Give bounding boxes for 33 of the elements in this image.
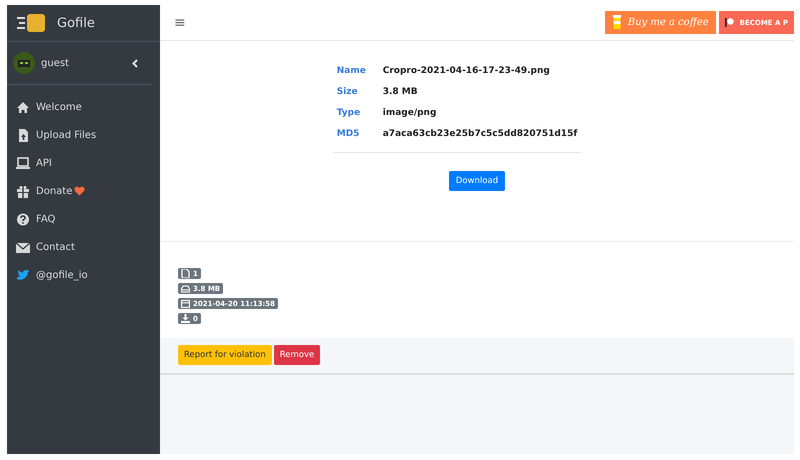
info-value: 3.8 MB: [382, 86, 418, 96]
patreon-icon: [724, 18, 734, 27]
gift-icon: [16, 184, 30, 198]
question-icon: [16, 212, 30, 226]
file-upload-icon: [16, 128, 30, 142]
sidebar-item[interactable]: @gofile_io: [7, 261, 160, 289]
home-icon: [16, 100, 30, 114]
sidebar-item[interactable]: FAQ: [7, 205, 160, 233]
info-value: Cropro-2021-04-16-17-23-49.png: [382, 66, 550, 76]
download-button[interactable]: Download: [448, 171, 506, 191]
remove-button[interactable]: Remove: [274, 345, 320, 365]
laptop-icon: [16, 156, 30, 170]
logo-icon: [17, 12, 47, 34]
info-value: a7aca63cb23e25b7c5c5dd820751d15f: [382, 128, 578, 138]
sidebar-item[interactable]: Donate: [7, 177, 160, 205]
report-button[interactable]: Report for violation: [178, 345, 272, 365]
info-label: MD5: [336, 128, 360, 138]
sidebar-item[interactable]: Welcome: [7, 93, 160, 121]
bird-icon: [16, 268, 30, 282]
sidebar-item[interactable]: Upload Files: [7, 121, 160, 149]
sidebar-item[interactable]: API: [7, 149, 160, 177]
user-name[interactable]: guest: [41, 58, 126, 68]
info-value: image/png: [382, 108, 436, 118]
brand-name[interactable]: Gofile: [57, 16, 95, 30]
info-label: Size: [336, 86, 359, 96]
sidebar-item[interactable]: Contact: [7, 233, 160, 261]
collapse-chevron-icon[interactable]: [132, 58, 138, 68]
coffee-cup-icon: [612, 15, 622, 30]
envelope-icon: [16, 240, 30, 254]
info-label: Name: [336, 66, 367, 76]
info-label: Type: [336, 108, 362, 118]
menu-icon[interactable]: ≡: [174, 14, 186, 30]
avatar-icon: [13, 52, 35, 74]
